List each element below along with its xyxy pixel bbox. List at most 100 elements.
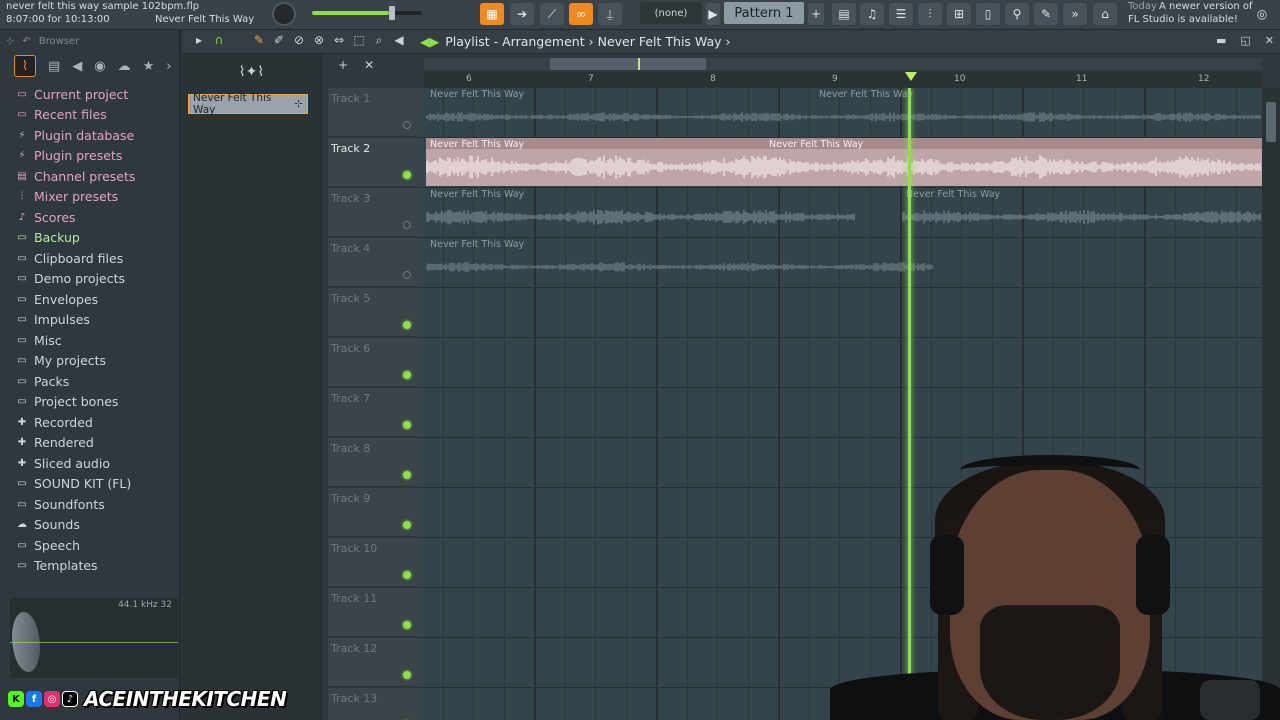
browser-item[interactable]: ✚ Recorded [0, 412, 180, 433]
track-mute-led[interactable] [403, 321, 411, 329]
master-volume-slider[interactable] [312, 6, 422, 20]
minimize-icon[interactable]: ▬ [1216, 34, 1226, 47]
export-icon[interactable]: » [1063, 3, 1087, 25]
horizontal-scrollbar[interactable] [424, 58, 1262, 70]
delete-icon[interactable]: ⊘ [292, 33, 306, 48]
track-header[interactable]: Track 7 [328, 388, 418, 437]
select-icon[interactable]: ⬚ [352, 33, 366, 48]
expand-icon[interactable]: › [166, 59, 171, 74]
tools-icon[interactable]: ✎ [1034, 3, 1058, 25]
shop-icon[interactable]: ⌂ [1093, 3, 1117, 25]
track-header[interactable]: Track 8 [328, 438, 418, 487]
audio-clip[interactable]: Never Felt This Way [426, 238, 934, 286]
track-name[interactable]: Track 7 [331, 392, 370, 405]
track-header[interactable]: Track 11 [328, 588, 418, 637]
pencil-icon[interactable]: ✎ [252, 33, 266, 48]
track-mute-led[interactable] [403, 371, 411, 379]
channel-rack-icon[interactable]: ☰ [889, 3, 913, 25]
playback-icon[interactable]: ◀ [392, 33, 406, 48]
update-icon[interactable]: ◎ [1250, 3, 1274, 25]
all-filter-icon[interactable]: ⌇ [14, 55, 36, 77]
track-header[interactable]: Track 9 [328, 488, 418, 537]
track-header[interactable]: Track 10 [328, 538, 418, 587]
browser-item[interactable]: ▭ Clipboard files [0, 248, 180, 269]
browser-item[interactable]: ▭ Soundfonts [0, 494, 180, 515]
breadcrumb-playlist[interactable]: Playlist - Arrangement [445, 34, 584, 49]
cloud-filter-icon[interactable]: ☁ [118, 59, 131, 74]
mute-icon[interactable]: ⊗ [312, 33, 326, 48]
browser-item[interactable]: ▤ Channel presets [0, 166, 180, 187]
browser-item[interactable]: ▭ Envelopes [0, 289, 180, 310]
magnet-icon[interactable]: ∩ [212, 33, 226, 48]
star-filter-icon[interactable]: ★ [143, 59, 155, 74]
audio-clip[interactable]: Never Felt This Way Never Felt This Way [426, 138, 1262, 186]
browser-item[interactable]: ▭ Impulses [0, 310, 180, 331]
add-track-icon[interactable]: + [338, 58, 348, 72]
link-icon[interactable]: ∞ [569, 3, 593, 25]
track-mute-led[interactable] [403, 221, 411, 229]
audio-clip[interactable]: Never Felt This Way [902, 188, 1262, 236]
track-mute-led[interactable] [403, 621, 411, 629]
audio-clip-icon[interactable]: ⌇✦⌇ [239, 64, 264, 80]
vertical-scroll-thumb[interactable] [1266, 102, 1276, 142]
track-header[interactable]: Track 4 [328, 238, 418, 287]
mixer-icon[interactable]: ⫶ [918, 3, 942, 25]
add-pattern-icon[interactable]: + [808, 3, 824, 25]
browser-item[interactable]: ▭ My projects [0, 351, 180, 372]
plugin-filter-icon[interactable]: ◉ [94, 59, 105, 74]
browser-item[interactable]: ▭ Current project [0, 84, 180, 105]
track-name[interactable]: Track 11 [331, 592, 377, 605]
file-icon[interactable]: ▯ [976, 3, 1000, 25]
track-name[interactable]: Track 9 [331, 492, 370, 505]
paint-icon[interactable]: ✐ [272, 33, 286, 48]
playlist-icon[interactable]: ▤ [832, 3, 856, 25]
remove-track-icon[interactable]: ✕ [364, 58, 374, 72]
browser-icon[interactable]: ⊞ [947, 3, 971, 25]
plugin-icon[interactable]: ⚲ [1005, 3, 1029, 25]
slide-icon[interactable]: ⟋ [540, 3, 564, 25]
pattern-play-icon[interactable]: ▶ [706, 3, 720, 25]
browser-item[interactable]: ▭ Project bones [0, 392, 180, 413]
browser-item[interactable]: ⫶ Mixer presets [0, 187, 180, 208]
track-header[interactable]: Track 1 [328, 88, 418, 137]
track-mute-led[interactable] [403, 121, 411, 129]
zoom-icon[interactable]: ⌕ [372, 33, 386, 48]
track-header[interactable]: Track 13 [328, 688, 418, 720]
track-mute-led[interactable] [403, 671, 411, 679]
piano-roll-icon[interactable]: ▦ [480, 3, 504, 25]
browser-item[interactable]: ☁ Sounds [0, 515, 180, 536]
play-arrow-icon[interactable]: ◀▶ [420, 34, 439, 49]
browser-item[interactable]: ✚ Rendered [0, 433, 180, 454]
browser-item[interactable]: ▭ SOUND KIT (FL) [0, 474, 180, 495]
track-header[interactable]: Track 5 [328, 288, 418, 337]
track-name[interactable]: Track 5 [331, 292, 370, 305]
track-name[interactable]: Track 3 [331, 192, 370, 205]
track-name[interactable]: Track 4 [331, 242, 370, 255]
files-filter-icon[interactable]: ▤ [48, 59, 60, 74]
track-name[interactable]: Track 13 [331, 692, 377, 705]
track-mute-led[interactable] [403, 171, 411, 179]
track-header[interactable]: Track 2 [328, 138, 418, 187]
browser-item[interactable]: ♪ Scores [0, 207, 180, 228]
bar-ruler[interactable]: 6 7 8 9 10 11 12 [424, 72, 1262, 88]
track-header[interactable]: Track 12 [328, 638, 418, 687]
track-mute-led[interactable] [403, 421, 411, 429]
track-header[interactable]: Track 6 [328, 338, 418, 387]
browser-item[interactable]: ▭ Backup [0, 228, 180, 249]
speaker-filter-icon[interactable]: ◀ [72, 59, 82, 74]
news-line-2[interactable]: FL Studio is available! [1128, 14, 1238, 25]
playhead-marker-icon[interactable] [905, 72, 917, 81]
track-mute-led[interactable] [403, 271, 411, 279]
breadcrumb-clip[interactable]: Never Felt This Way [598, 34, 722, 49]
pattern-selector[interactable]: Pattern 1 [724, 2, 804, 24]
piano-roll-view-icon[interactable]: ♫ [860, 3, 884, 25]
arrow-right-icon[interactable]: ➔ [510, 3, 534, 25]
browser-item[interactable]: ▭ Packs [0, 371, 180, 392]
picker-clip[interactable]: Never Felt This Way ⊹ [188, 92, 308, 116]
stamp-icon[interactable]: ⍊ [598, 3, 622, 25]
audio-clip[interactable]: Never Felt This Way [426, 188, 856, 236]
news-line-1[interactable]: A newer version of [1159, 1, 1253, 12]
volume-handle[interactable] [389, 6, 395, 20]
channel-select[interactable]: (none) [640, 2, 702, 24]
track-name[interactable]: Track 6 [331, 342, 370, 355]
